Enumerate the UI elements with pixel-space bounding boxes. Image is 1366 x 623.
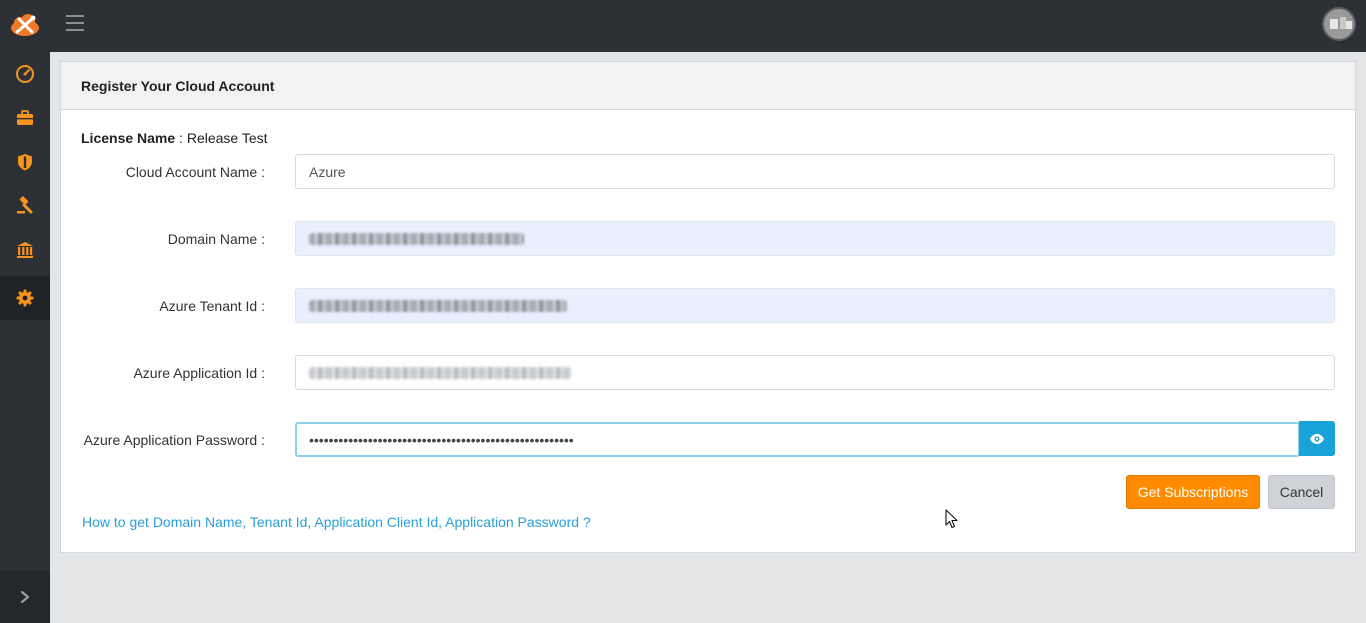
help-link[interactable]: How to get Domain Name, Tenant Id, Appli… — [82, 514, 591, 530]
hamburger-icon[interactable] — [66, 15, 84, 31]
application-id-redacted — [309, 366, 571, 379]
mouse-cursor-icon — [945, 509, 958, 529]
license-separator: : — [175, 130, 187, 146]
register-cloud-account-card: Register Your Cloud Account License Name… — [60, 61, 1356, 553]
cancel-button[interactable]: Cancel — [1268, 475, 1335, 509]
application-id-label: Azure Application Id : — [133, 365, 265, 381]
cloud-account-name-input[interactable]: Azure — [295, 154, 1335, 189]
sidebar — [0, 52, 50, 623]
sidebar-item-dashboard[interactable] — [0, 52, 50, 96]
sidebar-item-bank[interactable] — [0, 228, 50, 272]
chevron-right-icon — [20, 590, 30, 604]
show-password-button[interactable] — [1299, 421, 1335, 456]
sidebar-item-settings[interactable] — [0, 276, 50, 320]
briefcase-icon — [17, 110, 33, 125]
card-header: Register Your Cloud Account — [61, 62, 1355, 110]
top-bar — [0, 0, 1366, 52]
cloud-account-name-label: Cloud Account Name : — [125, 164, 265, 180]
user-avatar[interactable] — [1322, 7, 1356, 41]
application-password-input[interactable]: ••••••••••••••••••••••••••••••••••••••••… — [295, 422, 1300, 457]
get-subscriptions-button[interactable]: Get Subscriptions — [1126, 475, 1260, 509]
license-value: Release Test — [186, 130, 268, 146]
application-password-value: ••••••••••••••••••••••••••••••••••••••••… — [309, 431, 574, 448]
sidebar-expand-button[interactable] — [0, 571, 50, 623]
gavel-icon — [17, 196, 33, 214]
cloud-account-name-value: Azure — [309, 163, 346, 180]
cloud-tools-logo-icon[interactable] — [8, 10, 42, 40]
page-title: Register Your Cloud Account — [81, 77, 275, 94]
sidebar-item-security[interactable] — [0, 140, 50, 184]
license-info: License Name : Release Test — [81, 130, 268, 146]
sidebar-item-auction[interactable] — [0, 184, 50, 228]
shield-icon — [18, 154, 32, 171]
gear-icon — [16, 289, 34, 307]
domain-name-input[interactable] — [295, 221, 1335, 256]
sidebar-item-briefcase[interactable] — [0, 96, 50, 140]
tenant-id-label: Azure Tenant Id : — [159, 298, 265, 314]
bank-icon — [17, 242, 33, 258]
license-label: License Name — [81, 130, 176, 146]
domain-name-redacted — [309, 232, 524, 245]
dashboard-gauge-icon — [16, 65, 34, 83]
tenant-id-redacted — [309, 299, 567, 312]
domain-name-label: Domain Name : — [167, 231, 265, 247]
application-password-label: Azure Application Password : — [83, 432, 265, 448]
eye-icon — [1310, 433, 1324, 444]
tenant-id-input[interactable] — [295, 288, 1335, 323]
application-id-input[interactable] — [295, 355, 1335, 390]
